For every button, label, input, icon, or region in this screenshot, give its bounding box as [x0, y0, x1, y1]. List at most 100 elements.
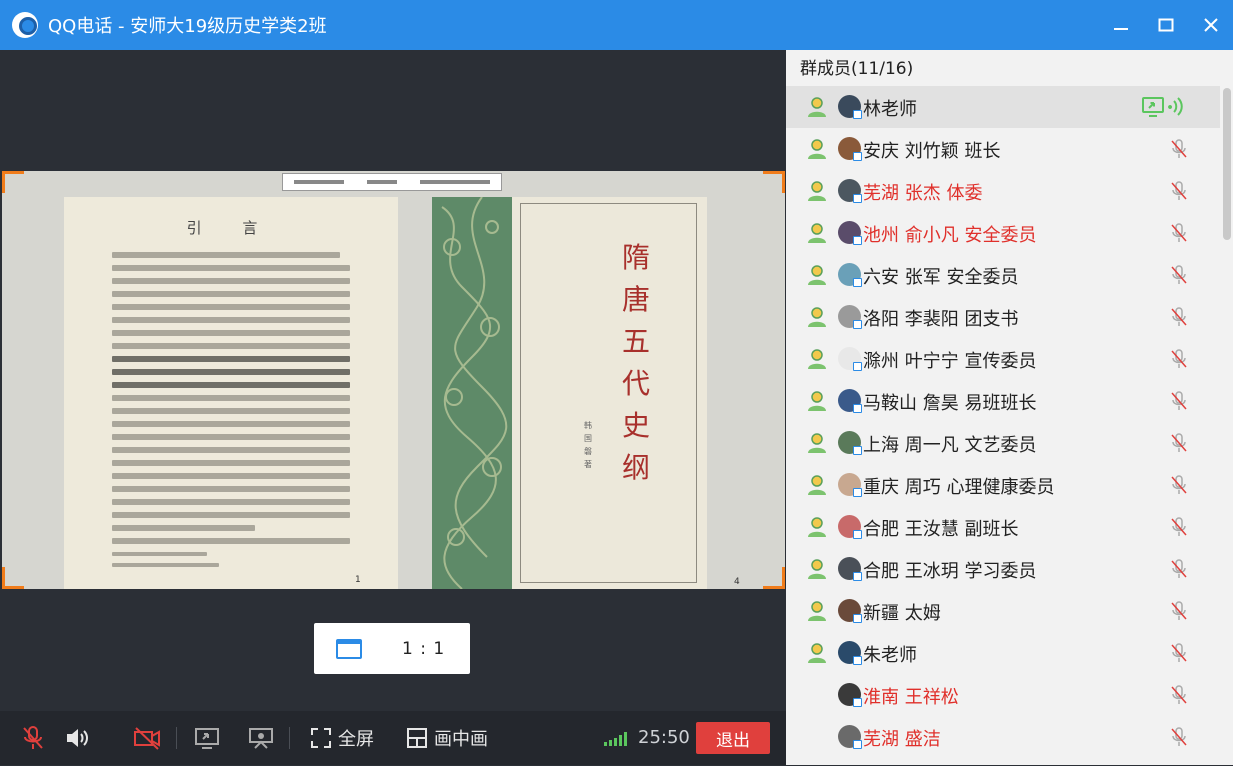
member-row[interactable]: 池州 俞小凡 安全委员	[786, 212, 1220, 254]
member-name: 合肥 王汝慧 副班长	[863, 519, 1019, 540]
book-spine	[432, 197, 512, 589]
member-row[interactable]: 滁州 叶宁宁 宣传委员	[786, 338, 1220, 380]
fullscreen-label: 全屏	[338, 729, 374, 750]
member-name: 新疆 太姆	[863, 603, 941, 624]
book-cover: 隋唐五代史纲 韩国磐著	[512, 197, 707, 589]
device-badge-icon	[853, 194, 862, 203]
member-row[interactable]: 合肥 王汝慧 副班长	[786, 506, 1220, 548]
call-toolbar: 全屏 画中画 25:50 退出	[0, 711, 786, 765]
member-icon	[806, 600, 828, 622]
scroll-thumb[interactable]	[1223, 88, 1231, 240]
member-name: 重庆 周巧 心理健康委员	[863, 477, 1055, 498]
member-icon	[806, 642, 828, 664]
member-icon	[806, 96, 828, 118]
minimize-icon[interactable]	[1098, 0, 1143, 50]
member-icon	[806, 264, 828, 286]
mic-muted-icon[interactable]	[1168, 684, 1190, 706]
member-row[interactable]: 林老师	[786, 86, 1220, 128]
member-name: 淮南 王祥松	[863, 687, 959, 708]
member-row[interactable]: 马鞍山 詹昊 易班班长	[786, 380, 1220, 422]
member-icon	[806, 390, 828, 412]
member-row[interactable]: 淮南 王祥松	[786, 674, 1220, 716]
video-area: 引 言 1 隋唐五代史纲 韩国磐著 4 1: 1	[0, 50, 786, 711]
device-badge-icon	[853, 110, 862, 119]
speaker-icon[interactable]	[64, 725, 90, 751]
mic-muted-icon[interactable]	[1168, 726, 1190, 748]
member-scrollbar[interactable]	[1222, 86, 1232, 766]
member-row[interactable]: 朱老师	[786, 632, 1220, 674]
exit-button[interactable]: 退出	[696, 722, 770, 754]
member-row[interactable]: 六安 张军 安全委员	[786, 254, 1220, 296]
signal-strength-icon	[604, 730, 627, 746]
member-icon	[806, 306, 828, 328]
fullscreen-icon	[311, 728, 331, 748]
member-row[interactable]: 重庆 周巧 心理健康委员	[786, 464, 1220, 506]
mic-muted-icon[interactable]	[1168, 138, 1190, 160]
member-panel: 群成员(11/16) 林老师 安庆 刘竹颖 班长 芜湖 张杰 体委 池州 俞小凡 安全…	[786, 50, 1233, 765]
device-badge-icon	[853, 362, 862, 371]
presentation-icon[interactable]	[248, 725, 274, 751]
qq-call-window: QQ电话 - 安师大19级历史学类2班 引 言 1 隋唐五代史纲 韩国磐著 4 …	[0, 0, 1233, 765]
picture-in-picture-icon	[407, 728, 427, 748]
member-name: 滁州 叶宁宁 宣传委员	[863, 351, 1037, 372]
member-row[interactable]: 新疆 太姆	[786, 590, 1220, 632]
mic-muted-icon[interactable]	[1168, 390, 1190, 412]
mic-muted-icon[interactable]	[1168, 558, 1190, 580]
device-badge-icon	[853, 236, 862, 245]
device-badge-icon	[853, 446, 862, 455]
mic-muted-icon[interactable]	[1168, 348, 1190, 370]
device-badge-icon	[853, 278, 862, 287]
mic-muted-icon[interactable]	[1168, 306, 1190, 328]
device-badge-icon	[853, 656, 862, 665]
maximize-icon[interactable]	[1143, 0, 1188, 50]
cover-title: 隋唐五代史纲	[621, 241, 650, 484]
member-icon	[806, 138, 828, 160]
right-page-number: 4	[734, 577, 740, 587]
member-row[interactable]: 上海 周一凡 文艺委员	[786, 422, 1220, 464]
member-row[interactable]: 芜湖 张杰 体委	[786, 170, 1220, 212]
mic-muted-icon[interactable]	[1168, 222, 1190, 244]
member-name: 六安 张军 安全委员	[863, 267, 1019, 288]
window-icon	[336, 638, 362, 659]
ratio-label: 1 : 1	[402, 638, 446, 659]
mic-muted-icon[interactable]	[1168, 600, 1190, 622]
mic-muted-icon[interactable]	[1168, 180, 1190, 202]
mic-muted-icon[interactable]	[1168, 432, 1190, 454]
qq-logo-icon	[12, 12, 38, 38]
left-page-number: 1	[355, 575, 361, 585]
screen-sharing-icon	[1142, 95, 1188, 119]
member-row[interactable]: 洛阳 李裴阳 团支书	[786, 296, 1220, 338]
member-icon	[806, 348, 828, 370]
device-badge-icon	[853, 152, 862, 161]
mic-muted-icon[interactable]	[20, 725, 46, 751]
device-badge-icon	[853, 740, 862, 749]
fullscreen-button[interactable]: 全屏	[310, 725, 374, 751]
member-row[interactable]: 芜湖 盛洁	[786, 716, 1220, 758]
picture-in-picture-button[interactable]: 画中画	[406, 725, 488, 751]
member-name: 林老师	[863, 99, 917, 120]
member-row[interactable]: 安庆 刘竹颖 班长	[786, 128, 1220, 170]
share-banner	[282, 173, 502, 191]
mic-muted-icon[interactable]	[1168, 474, 1190, 496]
member-name: 洛阳 李裴阳 团支书	[863, 309, 1019, 330]
member-icon	[806, 516, 828, 538]
member-row[interactable]: 合肥 王冰玥 学习委员	[786, 548, 1220, 590]
member-name: 上海 周一凡 文艺委员	[863, 435, 1037, 456]
ratio-button[interactable]: 1 : 1	[314, 623, 470, 674]
shared-screen[interactable]: 引 言 1 隋唐五代史纲 韩国磐著 4	[2, 171, 785, 589]
member-icon	[806, 474, 828, 496]
mic-muted-icon[interactable]	[1168, 642, 1190, 664]
member-icon	[806, 222, 828, 244]
camera-off-icon[interactable]	[133, 725, 161, 751]
cover-author: 韩国磐著	[584, 421, 592, 469]
member-icon	[806, 180, 828, 202]
mic-muted-icon[interactable]	[1168, 264, 1190, 286]
member-name: 池州 俞小凡 安全委员	[863, 225, 1037, 246]
page-heading: 引 言	[186, 219, 276, 237]
call-timer: 25:50	[638, 727, 690, 748]
member-name: 马鞍山 詹昊 易班班长	[863, 393, 1037, 414]
mic-muted-icon[interactable]	[1168, 516, 1190, 538]
device-badge-icon	[853, 572, 862, 581]
close-icon[interactable]	[1188, 0, 1233, 50]
screen-share-icon[interactable]	[194, 725, 220, 751]
